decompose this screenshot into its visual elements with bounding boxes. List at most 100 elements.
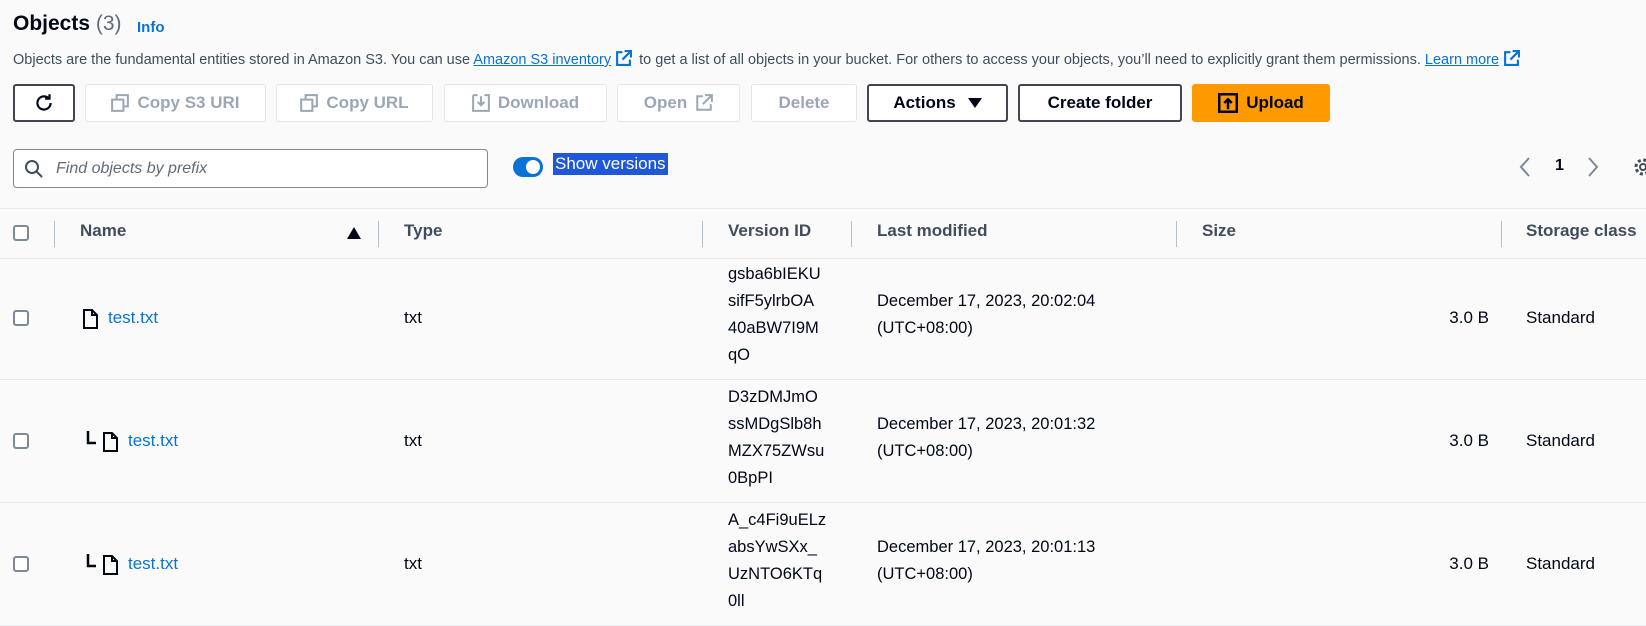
desc-text-1: Objects are the fundamental entities sto… [13, 52, 474, 68]
column-divider[interactable] [1176, 221, 1177, 247]
column-divider[interactable] [702, 221, 703, 247]
page-title: Objects (3) [13, 12, 122, 36]
file-icon [83, 309, 98, 329]
column-header-size[interactable]: Size [1202, 221, 1236, 241]
external-link-icon [696, 94, 714, 111]
description: Objects are the fundamental entities sto… [13, 50, 1523, 68]
size-cell: 3.0 B [1449, 431, 1489, 450]
external-link-icon [616, 50, 633, 66]
copy-icon [111, 94, 130, 112]
row-checkbox[interactable] [13, 310, 29, 326]
title-text: Objects [13, 12, 91, 35]
search-box [13, 149, 488, 188]
column-divider[interactable] [378, 221, 379, 247]
actions-dropdown[interactable]: Actions [867, 84, 1008, 122]
column-header-name[interactable]: Name [80, 221, 126, 241]
object-name-link[interactable]: test.txt [128, 554, 178, 574]
upload-button[interactable]: Upload [1192, 84, 1330, 122]
object-name-link[interactable]: test.txt [128, 431, 178, 451]
version-id-line: 0ll [728, 592, 745, 610]
caret-down-icon [967, 98, 982, 108]
chevron-right-icon[interactable] [1586, 156, 1600, 178]
show-versions-toggle[interactable] [513, 157, 543, 177]
row-checkbox[interactable] [13, 556, 29, 572]
gear-icon[interactable] [1632, 156, 1646, 178]
search-icon [25, 160, 43, 178]
version-id-cell: D3zDMJmO ssMDgSlb8h MZX75ZWsu 0BpPI [728, 384, 824, 492]
version-id-line: 40aBW7I9M [728, 319, 819, 337]
version-id-line: MZX75ZWsu [728, 442, 825, 460]
refresh-button[interactable] [13, 84, 75, 122]
column-divider [54, 221, 55, 247]
sort-ascending-icon[interactable] [347, 227, 361, 239]
show-versions-label: Show versions [553, 153, 668, 175]
column-header-last-modified[interactable]: Last modified [877, 221, 988, 241]
modified-timezone: (UTC+08:00) [877, 442, 973, 460]
download-icon [472, 94, 490, 112]
column-divider[interactable] [851, 221, 852, 247]
version-id-cell: gsba6bIEKU sifF5ylrbOA 40aBW7I9M qO [728, 261, 821, 369]
version-id-line: 0BpPI [728, 469, 773, 487]
object-name-link[interactable]: test.txt [108, 308, 158, 328]
external-link-icon [1504, 50, 1521, 66]
modified-timezone: (UTC+08:00) [877, 565, 973, 583]
version-id-line: absYwSXx_ [728, 538, 817, 556]
open-button[interactable]: Open [617, 84, 740, 122]
version-id-line: UzNTO6KTq [728, 565, 823, 583]
create-folder-label: Create folder [1047, 93, 1153, 112]
column-header-storage-class[interactable]: Storage class [1526, 221, 1637, 241]
table-row[interactable]: test.txt txt gsba6bIEKU sifF5ylrbOA 40aB… [0, 257, 1646, 380]
info-link[interactable]: Info [137, 19, 165, 36]
download-label: Download [497, 93, 580, 112]
chevron-left-icon[interactable] [1518, 156, 1532, 178]
delete-button[interactable]: Delete [751, 84, 857, 122]
column-header-type[interactable]: Type [404, 221, 442, 241]
learn-more-link[interactable]: Learn more [1425, 52, 1499, 68]
type-cell: txt [404, 308, 422, 327]
version-id-line: ssMDgSlb8h [728, 415, 822, 433]
table-row[interactable]: test.txt txt A_c4Fi9uELz absYwSXx_ UzNTO… [0, 503, 1646, 626]
version-branch-icon [86, 431, 96, 445]
last-modified-cell: December 17, 2023, 20:02:04 (UTC+08:00) [877, 288, 1095, 342]
version-id-cell: A_c4Fi9uELz absYwSXx_ UzNTO6KTq 0ll [728, 507, 826, 615]
actions-label: Actions [893, 93, 956, 112]
upload-label: Upload [1246, 93, 1304, 112]
type-cell: txt [404, 431, 422, 450]
object-count: (3) [95, 12, 122, 35]
column-divider[interactable] [1501, 221, 1502, 247]
download-button[interactable]: Download [444, 84, 607, 122]
table-row[interactable]: test.txt txt D3zDMJmO ssMDgSlb8h MZX75ZW… [0, 380, 1646, 503]
row-checkbox[interactable] [13, 433, 29, 449]
last-modified-cell: December 17, 2023, 20:01:32 (UTC+08:00) [877, 411, 1095, 465]
size-cell: 3.0 B [1449, 308, 1489, 327]
copy-s3-uri-button[interactable]: Copy S3 URI [85, 84, 266, 122]
copy-url-label: Copy URL [326, 93, 409, 112]
open-label: Open [643, 93, 688, 112]
file-icon [103, 555, 118, 575]
type-cell: txt [404, 554, 422, 573]
modified-date: December 17, 2023, 20:01:13 [877, 538, 1096, 556]
toggle-knob [526, 160, 540, 174]
modified-timezone: (UTC+08:00) [877, 319, 973, 337]
file-icon [103, 432, 118, 452]
version-id-line: qO [728, 346, 751, 364]
s3-inventory-link[interactable]: Amazon S3 inventory [473, 52, 611, 68]
column-header-version-id[interactable]: Version ID [728, 221, 811, 241]
page-number[interactable]: 1 [1555, 157, 1564, 175]
storage-class-cell: Standard [1526, 554, 1595, 573]
desc-text-2: to get a list of all objects in your buc… [635, 52, 1425, 68]
storage-class-cell: Standard [1526, 308, 1595, 327]
modified-date: December 17, 2023, 20:02:04 [877, 292, 1096, 310]
select-all-checkbox[interactable] [13, 225, 29, 241]
create-folder-button[interactable]: Create folder [1018, 84, 1182, 122]
copy-url-button[interactable]: Copy URL [276, 84, 433, 122]
version-branch-icon [86, 554, 96, 568]
search-input[interactable] [54, 156, 478, 182]
delete-label: Delete [778, 93, 830, 112]
storage-class-cell: Standard [1526, 431, 1595, 450]
copy-icon [300, 94, 319, 112]
refresh-icon [36, 94, 52, 111]
version-id-line: gsba6bIEKU [728, 265, 821, 283]
modified-date: December 17, 2023, 20:01:32 [877, 415, 1096, 433]
copy-s3-uri-label: Copy S3 URI [137, 93, 240, 112]
